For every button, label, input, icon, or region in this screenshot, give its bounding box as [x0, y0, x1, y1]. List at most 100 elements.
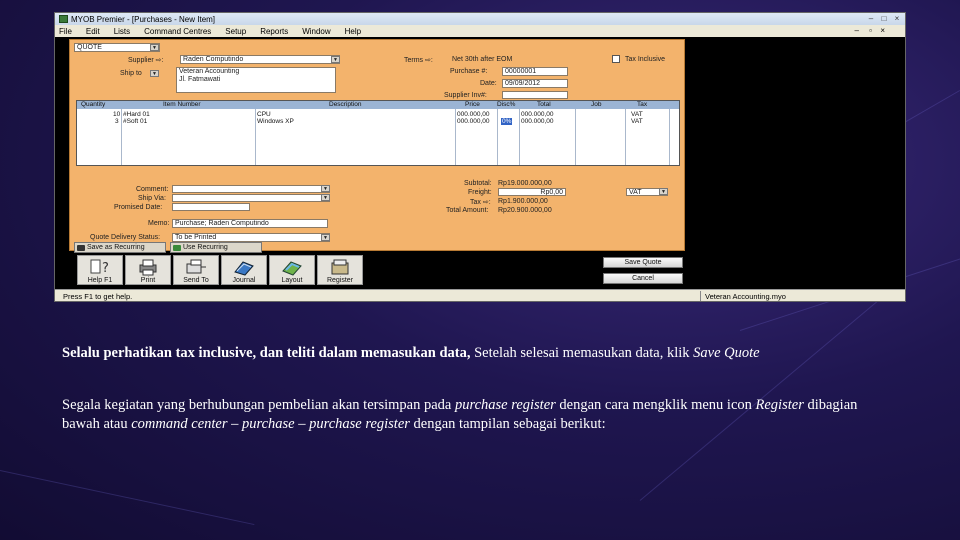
ship-via-label: Ship Via:: [138, 195, 166, 202]
date-label: Date:: [480, 80, 497, 87]
comment-field[interactable]: [172, 185, 330, 193]
close-icon[interactable]: ×: [891, 14, 903, 24]
toolbar-journal[interactable]: Journal: [221, 255, 267, 285]
menu-edit[interactable]: Edit: [86, 27, 100, 36]
use-recurring-label: Use Recurring: [183, 244, 228, 251]
menu-reports[interactable]: Reports: [260, 27, 288, 36]
chevron-down-icon[interactable]: ▼: [150, 44, 159, 51]
purchase-number-label: Purchase #:: [450, 68, 488, 75]
toolbar-send-to[interactable]: Send To: [173, 255, 219, 285]
register-icon: [331, 259, 349, 275]
toolbar-layout[interactable]: Layout: [269, 255, 315, 285]
ship-via-field[interactable]: [172, 194, 330, 202]
cell-description[interactable]: Windows XP: [257, 118, 294, 125]
chevron-down-icon[interactable]: ▼: [331, 56, 340, 63]
purchase-form: QUOTE ▼ Supplier ⇨: Raden Computindo ▼ T…: [69, 39, 685, 253]
comment-label: Comment:: [136, 186, 169, 193]
minimize-icon[interactable]: –: [865, 14, 877, 24]
child-close-icon[interactable]: ×: [880, 26, 885, 35]
chevron-down-icon[interactable]: ▼: [150, 70, 159, 77]
cell-quantity[interactable]: 10: [113, 111, 120, 118]
freight-label: Freight:: [468, 189, 492, 196]
save-as-recurring-button[interactable]: Save as Recurring: [74, 242, 166, 253]
maximize-icon[interactable]: □: [878, 14, 890, 24]
menu-setup[interactable]: Setup: [225, 27, 246, 36]
toolbar-help[interactable]: ? Help F1: [77, 255, 123, 285]
column-header-total: Total: [537, 101, 551, 108]
tax-label: Tax ⇨:: [470, 199, 491, 206]
register-text-f: command center – purchase – purchase reg…: [131, 416, 410, 432]
status-help-text: Press F1 to get help.: [63, 292, 133, 301]
register-text-a: Segala kegiatan yang berhubungan pembeli…: [62, 397, 455, 413]
toolbar-print[interactable]: Print: [125, 255, 171, 285]
tax-inclusive-checkbox[interactable]: [612, 55, 620, 63]
toolbar-help-label: Help F1: [87, 277, 113, 284]
terms-value[interactable]: Net 30th after EOM: [452, 56, 512, 63]
memo-label: Memo:: [148, 220, 170, 227]
ship-to-address[interactable]: Veteran Accounting Jl. Fatmawati: [176, 67, 336, 93]
menu-lists[interactable]: Lists: [114, 27, 130, 36]
cell-item-number[interactable]: #Hard 01: [123, 111, 150, 118]
ship-to-line1: Veteran Accounting: [179, 68, 240, 75]
cell-tax[interactable]: VAT: [631, 111, 643, 118]
column-header-disc: Disc%: [497, 101, 516, 108]
print-icon: [139, 259, 157, 276]
ship-to-label: Ship to: [120, 70, 142, 77]
toolbar-layout-label: Layout: [281, 277, 303, 284]
status-bar: Press F1 to get help. Veteran Accounting…: [55, 289, 905, 301]
supplier-label: Supplier ⇨:: [128, 57, 164, 64]
promised-date-field[interactable]: [172, 203, 250, 211]
chevron-down-icon[interactable]: ▼: [321, 194, 330, 201]
paragraph-purchase-register: Segala kegiatan yang berhubungan pembeli…: [62, 396, 862, 434]
freight-field[interactable]: Rp0,00: [498, 188, 566, 196]
app-icon: [59, 15, 68, 23]
quote-delivery-status-select[interactable]: To be Printed: [172, 233, 330, 242]
child-minimize-icon[interactable]: –: [855, 26, 859, 35]
cell-tax[interactable]: VAT: [631, 118, 643, 125]
window-client-area: QUOTE ▼ Supplier ⇨: Raden Computindo ▼ T…: [55, 37, 905, 289]
menu-command-centres[interactable]: Command Centres: [144, 27, 211, 36]
cell-total[interactable]: 000.000,00: [521, 118, 554, 125]
cell-price[interactable]: 000.000,00: [457, 111, 490, 118]
paragraph-instruction-save: Selalu perhatikan tax inclusive, dan tel…: [62, 344, 862, 363]
cell-price[interactable]: 000.000,00: [457, 118, 490, 125]
total-amount-value: Rp20.900.000,00: [498, 207, 552, 214]
register-text-g: dengan tampilan sebagai berikut:: [409, 416, 606, 432]
cell-description[interactable]: CPU: [257, 111, 271, 118]
child-restore-icon[interactable]: ▫: [869, 26, 872, 35]
menu-help[interactable]: Help: [345, 27, 361, 36]
menu-window[interactable]: Window: [302, 27, 330, 36]
column-divider: [121, 109, 122, 165]
ship-to-line2: Jl. Fatmawati: [179, 76, 221, 83]
use-recurring-button[interactable]: Use Recurring: [170, 242, 262, 253]
cell-item-number[interactable]: #Soft 01: [123, 118, 147, 125]
subtotal-value: Rp19.000.000,00: [498, 180, 552, 187]
cell-total[interactable]: 000.000,00: [521, 111, 554, 118]
date-field[interactable]: 09/09/2012: [502, 79, 568, 88]
purchase-number-field[interactable]: 00000001: [502, 67, 568, 76]
chevron-down-icon[interactable]: ▼: [659, 188, 668, 195]
window-title: MYOB Premier - [Purchases - New Item]: [71, 14, 216, 24]
total-amount-label: Total Amount:: [446, 207, 489, 214]
cell-quantity[interactable]: 3: [115, 118, 119, 125]
purchase-type-select[interactable]: QUOTE: [74, 43, 160, 52]
window-titlebar: MYOB Premier - [Purchases - New Item] – …: [55, 13, 905, 25]
cell-disc-selected[interactable]: 0%: [501, 118, 513, 125]
column-header-tax: Tax: [637, 101, 648, 108]
supplier-inv-field[interactable]: [502, 91, 568, 99]
supplier-field[interactable]: Raden Computindo: [180, 55, 340, 64]
column-divider: [669, 109, 670, 165]
toolbar-register[interactable]: Register: [317, 255, 363, 285]
promised-date-label: Promised Date:: [114, 204, 163, 211]
memo-field[interactable]: Purchase; Raden Computindo: [172, 219, 328, 228]
chevron-down-icon[interactable]: ▼: [321, 234, 330, 241]
help-icon: ?: [90, 259, 109, 276]
chevron-down-icon[interactable]: ▼: [321, 185, 330, 192]
menu-bar: File Edit Lists Command Centres Setup Re…: [55, 25, 905, 37]
save-quote-button[interactable]: Save Quote: [603, 257, 683, 268]
menu-file[interactable]: File: [59, 27, 72, 36]
register-text-d: Register: [755, 397, 804, 413]
cancel-button[interactable]: Cancel: [603, 273, 683, 284]
column-divider: [497, 109, 498, 165]
recurring-save-icon: [77, 245, 85, 251]
